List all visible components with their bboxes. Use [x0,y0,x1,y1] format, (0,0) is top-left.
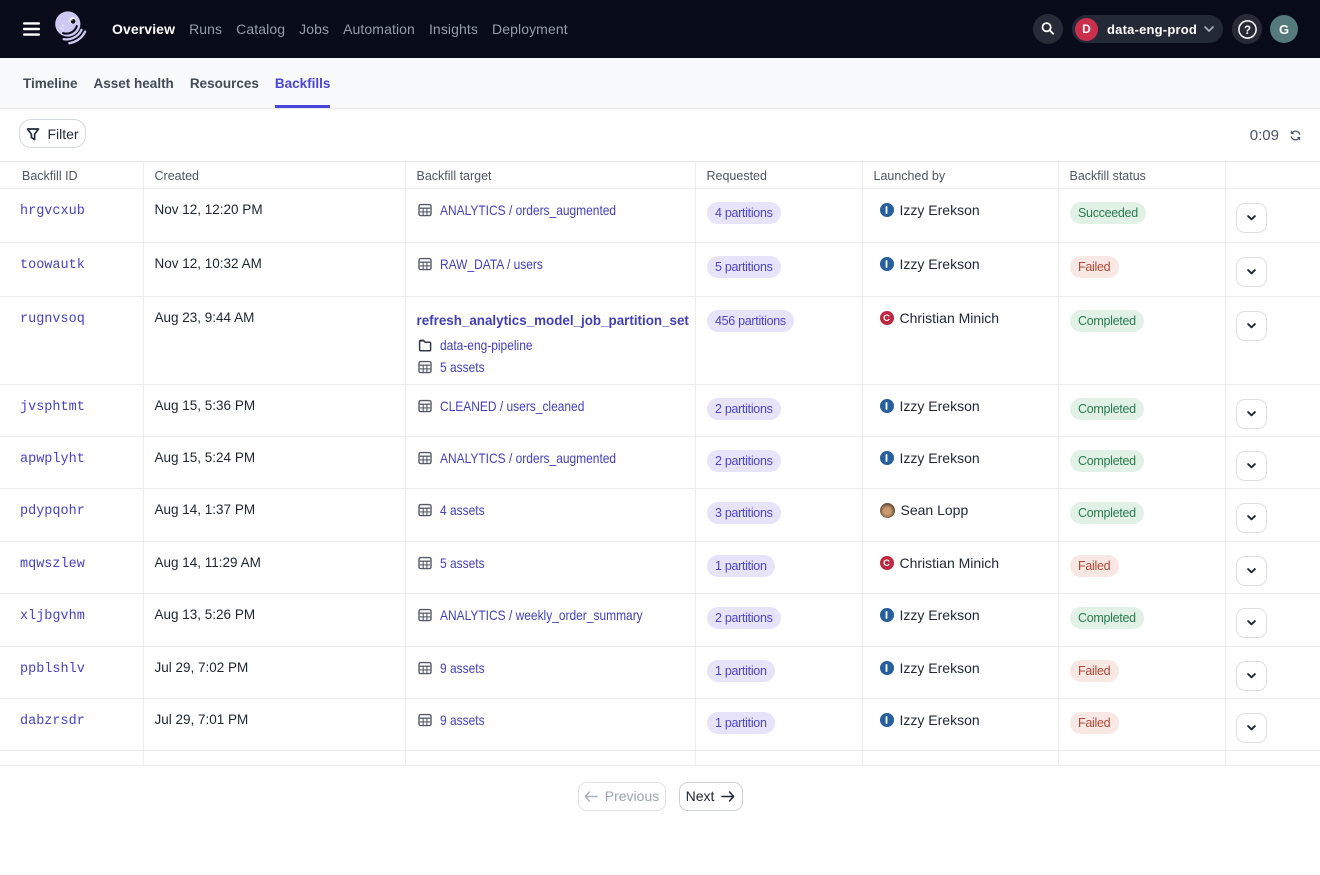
svg-text:?: ? [1243,24,1250,36]
